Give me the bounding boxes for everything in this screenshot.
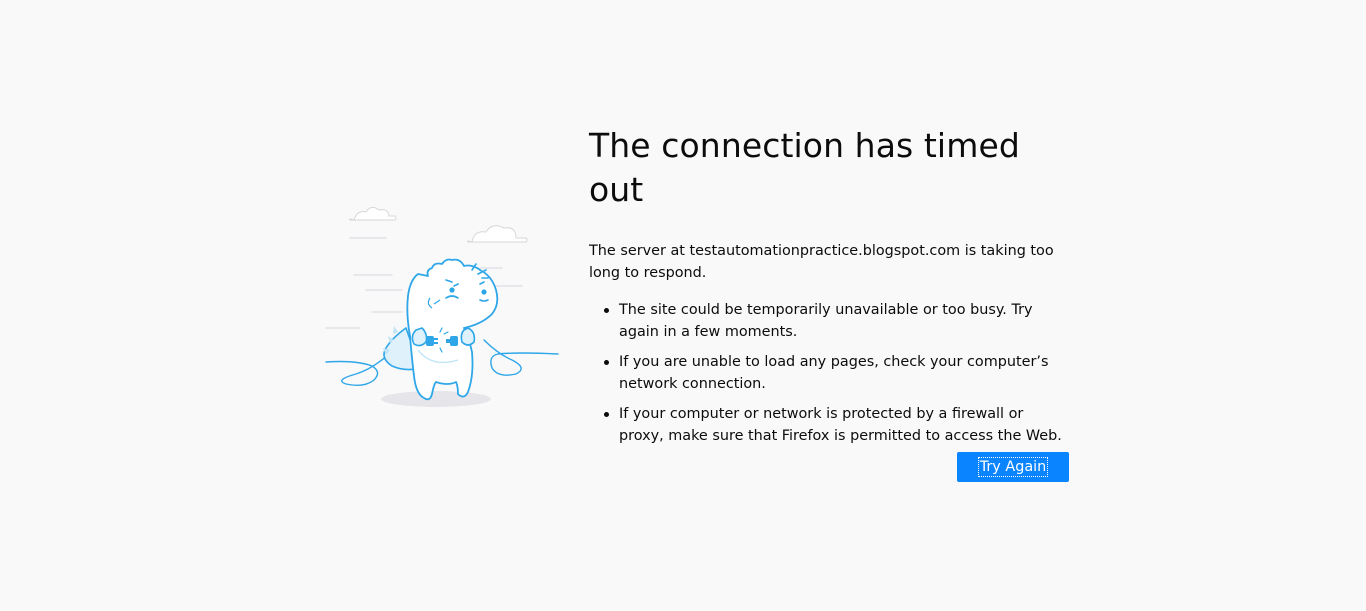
try-again-label: Try Again: [977, 457, 1049, 477]
button-container: Try Again: [957, 452, 1069, 482]
bullet-icon: [604, 412, 609, 417]
list-item: The site could be temporarily unavailabl…: [604, 299, 1071, 343]
error-tips-list: The site could be temporarily unavailabl…: [589, 299, 1071, 447]
unplugged-dinosaur-illustration: [322, 200, 562, 412]
tip-text: The site could be temporarily unavailabl…: [619, 302, 1033, 340]
list-item: If you are unable to load any pages, che…: [604, 351, 1071, 395]
error-page: The connection has timed out The server …: [0, 0, 1366, 611]
error-title: The connection has timed out: [589, 126, 1020, 209]
list-item: If your computer or network is protected…: [604, 403, 1071, 447]
error-description: The server at testautomationpractice.blo…: [589, 243, 1054, 281]
bullet-icon: [604, 360, 609, 365]
bullet-icon: [604, 308, 609, 313]
cloud-icon: [349, 206, 528, 243]
error-content: The connection has timed out The server …: [589, 124, 1071, 455]
tip-text: If you are unable to load any pages, che…: [619, 354, 1049, 392]
try-again-button[interactable]: Try Again: [957, 452, 1069, 482]
tip-text: If your computer or network is protected…: [619, 406, 1062, 444]
